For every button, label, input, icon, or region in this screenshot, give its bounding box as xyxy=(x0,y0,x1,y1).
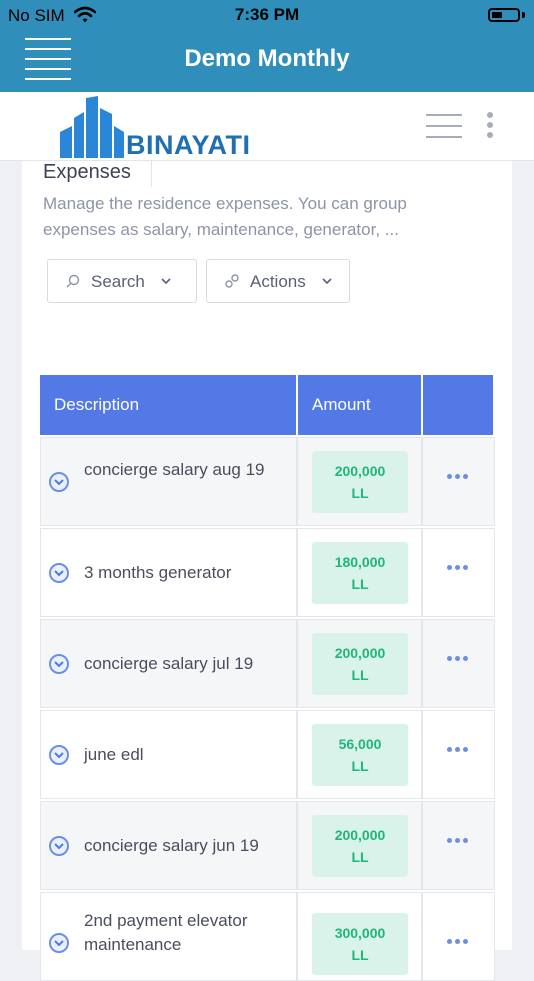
chevron-down-icon xyxy=(161,278,171,285)
brand-bar: BINAYATI xyxy=(0,92,534,161)
content-card: Expenses Manage the residence expenses. … xyxy=(22,161,512,981)
section-title: Expenses xyxy=(43,161,152,187)
amount-badge: 200,000 LL xyxy=(312,451,408,513)
expense-description: 3 months generator xyxy=(84,563,232,582)
actions-label: Actions xyxy=(250,272,306,291)
row-more-icon[interactable] xyxy=(447,747,471,753)
table-row[interactable]: june edl 56,000 LL xyxy=(40,710,495,799)
clock: 7:36 PM xyxy=(234,5,300,24)
search-label: Search xyxy=(91,272,145,291)
amount-badge: 200,000 LL xyxy=(312,633,408,695)
page-title: Demo Monthly xyxy=(184,45,350,72)
amount-badge: 56,000 LL xyxy=(312,724,408,786)
table-row[interactable]: 3 months generator 180,000 LL xyxy=(40,528,495,617)
logo[interactable]: BINAYATI xyxy=(60,96,250,160)
row-more-icon[interactable] xyxy=(447,939,471,945)
building-logo-icon xyxy=(60,96,124,158)
expand-chevron-icon[interactable] xyxy=(49,836,69,856)
search-icon xyxy=(66,274,80,288)
app-bar: Demo Monthly xyxy=(0,30,534,92)
row-more-icon[interactable] xyxy=(447,474,471,480)
actions-button[interactable]: Actions xyxy=(206,259,350,303)
chevron-down-icon xyxy=(322,278,332,285)
expand-chevron-icon[interactable] xyxy=(49,745,69,765)
section-description: Manage the residence expenses. You can g… xyxy=(43,194,407,239)
logo-text: BINAYATI xyxy=(126,130,251,160)
table-row[interactable]: concierge salary jul 19 200,000 LL xyxy=(40,619,495,708)
more-vertical-icon[interactable] xyxy=(484,112,496,140)
column-header-description[interactable]: Description xyxy=(40,375,296,435)
table-row[interactable]: concierge salary aug 19 200,000 LL xyxy=(40,437,495,526)
expand-chevron-icon[interactable] xyxy=(49,654,69,674)
expand-chevron-icon[interactable] xyxy=(49,563,69,583)
expand-chevron-icon[interactable] xyxy=(49,933,69,953)
search-button[interactable]: Search xyxy=(47,259,197,303)
table-row[interactable]: 2nd payment elevator maintenance 300,000… xyxy=(40,892,495,981)
row-more-icon[interactable] xyxy=(447,565,471,571)
column-header-amount[interactable]: Amount xyxy=(298,375,421,435)
expense-description: concierge salary jul 19 xyxy=(84,654,254,673)
status-bar: No SIM 7:36 PM xyxy=(0,0,534,30)
amount-badge: 180,000 LL xyxy=(312,542,408,604)
amount-badge: 300,000 LL xyxy=(312,913,408,975)
row-more-icon[interactable] xyxy=(447,838,471,844)
expand-chevron-icon[interactable] xyxy=(49,472,69,492)
column-header-actions xyxy=(423,375,493,435)
expense-description: concierge salary aug 19 xyxy=(84,460,265,479)
table-row[interactable]: concierge salary jun 19 200,000 LL xyxy=(40,801,495,890)
expense-description: june edl xyxy=(84,745,144,764)
battery-icon xyxy=(488,8,520,22)
expense-description: concierge salary jun 19 xyxy=(84,836,259,855)
link-icon xyxy=(225,274,239,288)
battery-nub xyxy=(522,12,525,18)
amount-badge: 200,000 LL xyxy=(312,815,408,877)
row-more-icon[interactable] xyxy=(447,656,471,662)
hamburger-icon[interactable] xyxy=(426,112,462,140)
